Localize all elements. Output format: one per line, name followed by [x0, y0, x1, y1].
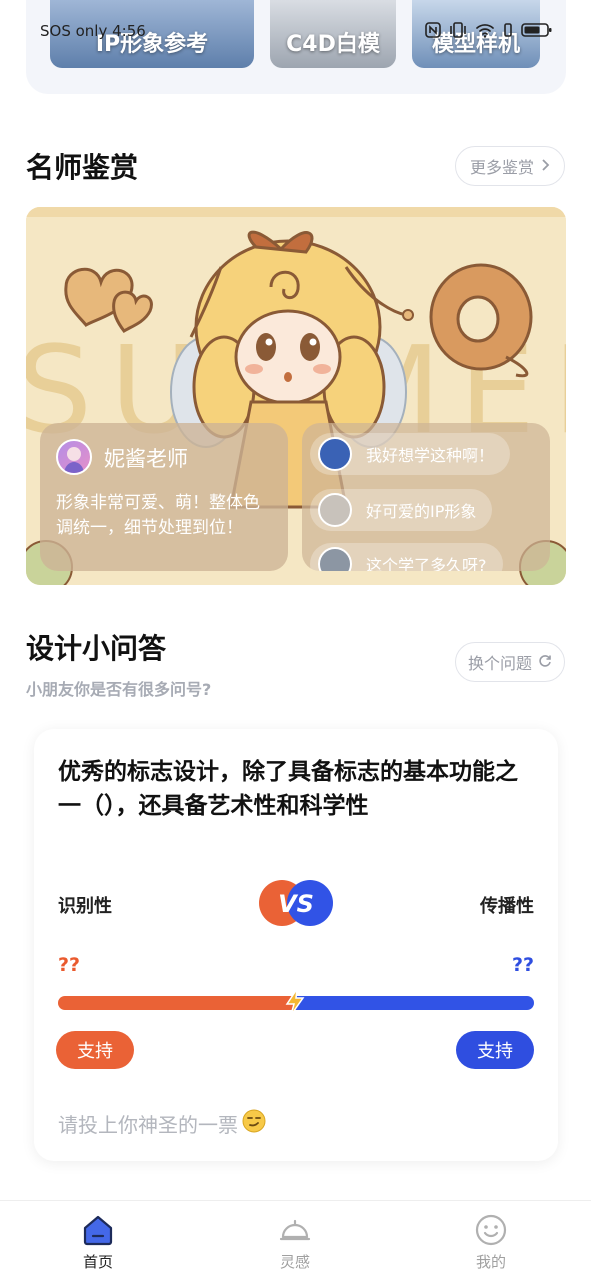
quiz-section-subtitle: 小朋友你是否有很多问号?	[26, 680, 212, 699]
bell-icon	[278, 1213, 312, 1247]
teacher-name: 妮酱老师	[104, 447, 188, 471]
teacher-avatar	[56, 439, 92, 475]
avatar	[318, 547, 352, 571]
category-label: C4D白模	[286, 32, 380, 57]
bottom-nav: 首页 灵感 我的	[0, 1200, 591, 1280]
viewer-comment: 我好想学这种啊！	[310, 433, 511, 475]
nav-item-home[interactable]: 首页	[48, 1213, 148, 1272]
vs-badge: VS	[259, 880, 333, 926]
category-label: 模型样机	[431, 32, 520, 57]
support-left-button[interactable]: 支持	[56, 1031, 134, 1069]
smiley-icon	[474, 1213, 508, 1247]
chevron-right-icon	[540, 157, 550, 176]
smirk-emoji-icon	[242, 1109, 266, 1138]
option-left-count: ??	[58, 954, 81, 976]
vs-label: VS	[278, 890, 314, 918]
avatar	[318, 437, 352, 471]
more-showcase-label: 更多鉴赏	[469, 158, 534, 177]
vote-bar-right	[296, 996, 534, 1010]
quiz-question: 优秀的标志设计，除了具备标志的基本功能之一（），还具备艺术性和科学性	[58, 759, 518, 819]
refresh-icon	[538, 653, 552, 672]
category-card-c4d[interactable]: C4D白模	[270, 0, 396, 68]
category-card-ip[interactable]: IP形象参考	[50, 0, 254, 68]
viewer-comments: 我好想学这种啊！ 好可爱的IP形象 这个学了多久呀?	[302, 423, 550, 571]
option-right-label: 传播性	[480, 896, 534, 917]
avatar	[318, 493, 352, 527]
lightning-icon	[285, 988, 305, 1016]
nav-label-home: 首页	[82, 1253, 113, 1271]
category-card-mockup[interactable]: 模型样机	[412, 0, 540, 68]
vote-bar-left	[58, 996, 296, 1010]
more-showcase-button[interactable]: 更多鉴赏	[455, 146, 565, 186]
teacher-comment-card[interactable]: 妮酱老师 形象非常可爱、萌！整体色调统一，细节处理到位！	[40, 423, 288, 571]
change-question-label: 换个问题	[467, 654, 532, 673]
option-left-label: 识别性	[58, 896, 112, 917]
change-question-button[interactable]: 换个问题	[455, 642, 565, 682]
viewer-comment-text: 我好想学这种啊！	[366, 446, 495, 465]
quiz-card: 优秀的标志设计，除了具备标志的基本功能之一（），还具备艺术性和科学性 识别性 V…	[34, 729, 558, 1161]
nav-item-me[interactable]: 我的	[441, 1213, 541, 1272]
option-right-count: ??	[511, 954, 534, 976]
viewer-comment-text: 好可爱的IP形象	[366, 502, 477, 521]
support-right-button[interactable]: 支持	[456, 1031, 534, 1069]
nav-item-inspiration[interactable]: 灵感	[245, 1213, 345, 1272]
viewer-comment: 好可爱的IP形象	[310, 489, 493, 531]
masters-section-title: 名师鉴赏	[26, 151, 139, 184]
home-icon	[81, 1213, 115, 1247]
category-label: IP形象参考	[95, 32, 209, 57]
viewer-comment-text: 这个学了多久呀?	[366, 556, 487, 571]
quiz-section-title: 设计小问答	[26, 632, 167, 665]
nav-label-inspiration: 灵感	[279, 1253, 310, 1271]
vote-hint: 请投上你神圣的一票	[58, 1109, 266, 1138]
category-strip: IP形象参考 C4D白模 模型样机	[26, 0, 566, 94]
teacher-comment: 形象非常可爱、萌！整体色调统一，细节处理到位！	[56, 493, 260, 538]
vote-hint-text: 请投上你神圣的一票	[58, 1113, 238, 1137]
nav-label-me: 我的	[475, 1253, 506, 1271]
viewer-comment: 这个学了多久呀?	[310, 543, 503, 571]
